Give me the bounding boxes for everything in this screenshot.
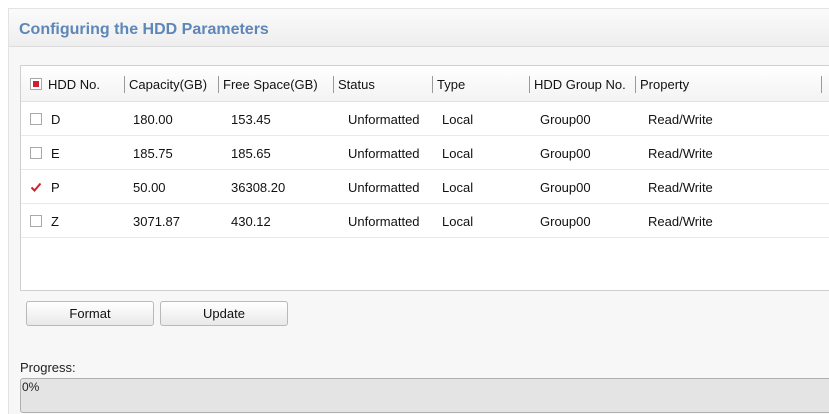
update-button[interactable]: Update <box>160 301 288 326</box>
progress-bar: 0% <box>20 378 829 413</box>
hdd-no-cell: Z <box>51 214 59 229</box>
property-cell: Read/Write <box>648 214 713 229</box>
column-separator[interactable] <box>218 76 219 93</box>
hdd-table: HDD No. Capacity(GB) Free Space(GB) Stat… <box>20 65 829 291</box>
type-cell: Local <box>442 180 474 195</box>
checkmark-icon <box>30 182 42 192</box>
row-checkbox-checked[interactable] <box>30 181 42 193</box>
free-space-cell: 430.12 <box>231 214 271 229</box>
table-row[interactable]: Z 3071.87 430.12 Unformatted Local Group… <box>21 204 829 238</box>
group-cell: Group00 <box>540 180 591 195</box>
column-separator[interactable] <box>432 76 433 93</box>
free-space-cell: 185.65 <box>231 146 271 161</box>
type-cell: Local <box>442 214 474 229</box>
property-cell: Read/Write <box>648 112 713 127</box>
property-cell: Read/Write <box>648 180 713 195</box>
capacity-cell: 185.75 <box>133 146 173 161</box>
free-space-cell: 36308.20 <box>231 180 286 195</box>
progress-label: Progress: <box>20 360 76 375</box>
status-cell: Unformatted <box>348 214 420 229</box>
group-cell: Group00 <box>540 146 591 161</box>
table-row[interactable]: P 50.00 36308.20 Unformatted Local Group… <box>21 170 829 204</box>
column-header-type[interactable]: Type <box>437 77 465 92</box>
capacity-cell: 180.00 <box>133 112 173 127</box>
column-separator[interactable] <box>124 76 125 93</box>
group-cell: Group00 <box>540 214 591 229</box>
progress-text: 0% <box>22 380 40 394</box>
column-separator[interactable] <box>529 76 530 93</box>
hdd-no-cell: P <box>51 180 60 195</box>
hdd-no-cell: E <box>51 146 60 161</box>
page-title: Configuring the HDD Parameters <box>19 21 269 38</box>
format-button[interactable]: Format <box>26 301 154 326</box>
hdd-no-cell: D <box>51 112 61 127</box>
column-separator[interactable] <box>821 76 822 93</box>
row-checkbox[interactable] <box>30 113 42 125</box>
property-cell: Read/Write <box>648 146 713 161</box>
capacity-cell: 3071.87 <box>133 214 180 229</box>
status-cell: Unformatted <box>348 112 420 127</box>
group-cell: Group00 <box>540 112 591 127</box>
type-cell: Local <box>442 146 474 161</box>
row-checkbox[interactable] <box>30 215 42 227</box>
hdd-config-panel: Configuring the HDD Parameters HDD No. C… <box>8 8 829 414</box>
column-separator[interactable] <box>333 76 334 93</box>
column-header-hdd-group[interactable]: HDD Group No. <box>534 77 626 92</box>
status-cell: Unformatted <box>348 180 420 195</box>
column-header-free-space[interactable]: Free Space(GB) <box>223 77 318 92</box>
column-header-hdd-no[interactable]: HDD No. <box>48 77 100 92</box>
column-header-capacity[interactable]: Capacity(GB) <box>129 77 207 92</box>
column-header-property[interactable]: Property <box>640 77 689 92</box>
type-cell: Local <box>442 112 474 127</box>
select-all-checkbox[interactable] <box>30 78 42 90</box>
table-row[interactable]: E 185.75 185.65 Unformatted Local Group0… <box>21 136 829 170</box>
title-bar: Configuring the HDD Parameters <box>9 9 829 47</box>
status-cell: Unformatted <box>348 146 420 161</box>
capacity-cell: 50.00 <box>133 180 166 195</box>
row-checkbox[interactable] <box>30 147 42 159</box>
column-separator[interactable] <box>635 76 636 93</box>
table-header: HDD No. Capacity(GB) Free Space(GB) Stat… <box>21 66 829 102</box>
column-header-status[interactable]: Status <box>338 77 375 92</box>
free-space-cell: 153.45 <box>231 112 271 127</box>
table-row[interactable]: D 180.00 153.45 Unformatted Local Group0… <box>21 102 829 136</box>
